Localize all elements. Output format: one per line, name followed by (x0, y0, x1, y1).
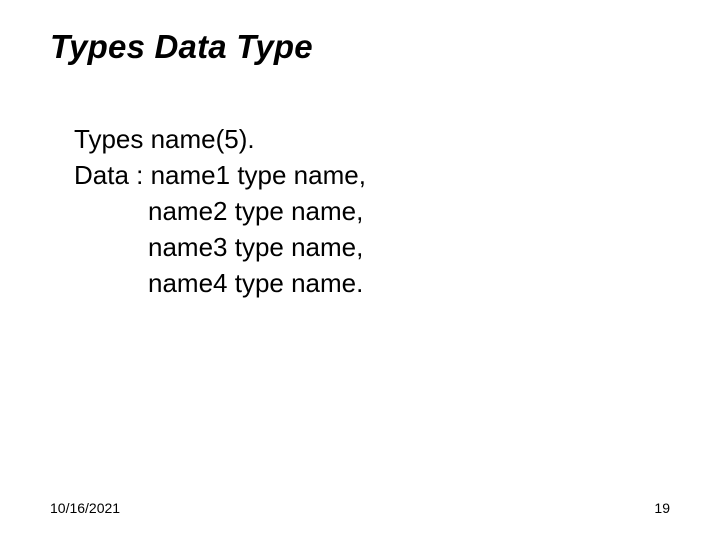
body-line-2: Data : name1 type name, (74, 158, 670, 194)
footer-date: 10/16/2021 (50, 500, 120, 516)
slide-body: Types name(5). Data : name1 type name, n… (50, 122, 670, 301)
body-line-1: Types name(5). (74, 122, 670, 158)
slide: Types Data Type Types name(5). Data : na… (0, 0, 720, 540)
footer-page-number: 19 (654, 500, 670, 516)
body-line-5: name4 type name. (74, 266, 670, 302)
body-line-3: name2 type name, (74, 194, 670, 230)
body-line-4: name3 type name, (74, 230, 670, 266)
slide-title: Types Data Type (50, 28, 670, 66)
